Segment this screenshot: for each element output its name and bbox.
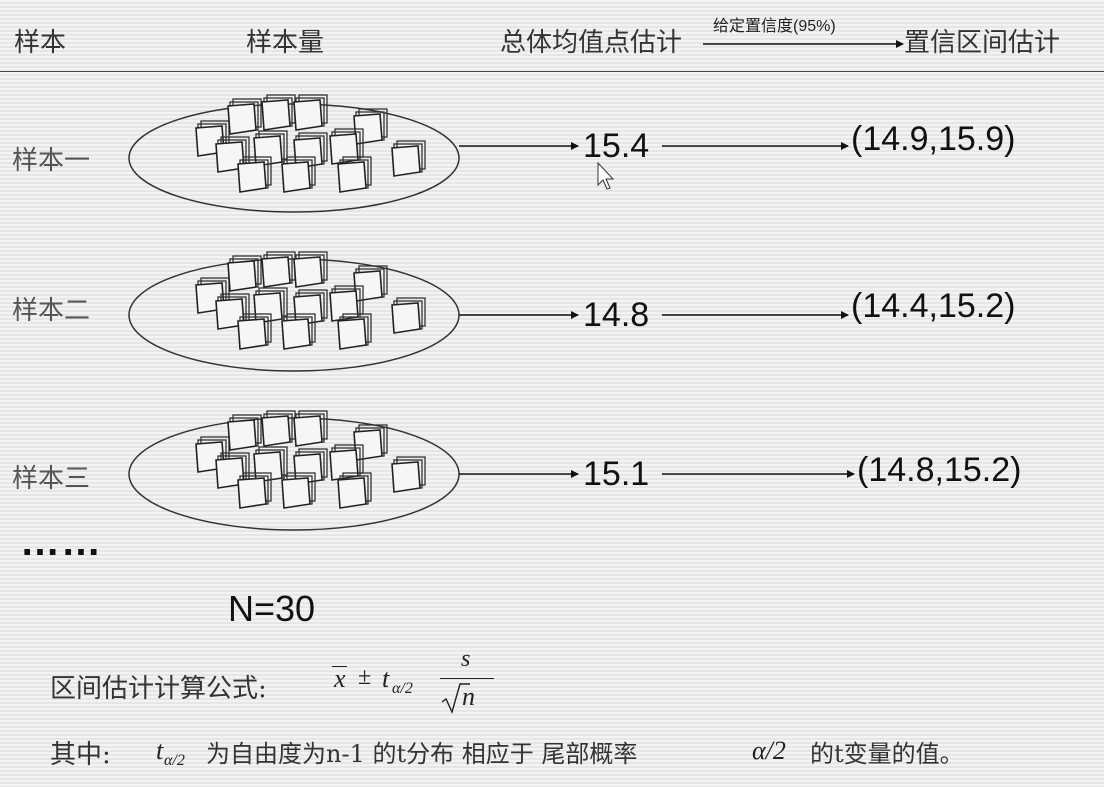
sample-ellipse-3: [128, 411, 460, 531]
note-alpha: α/2: [752, 736, 786, 765]
interval-value-3: (14.8,15.2): [857, 451, 1022, 489]
note-middle: 为自由度为n-1 的t分布 相应于 尾部概率: [206, 740, 638, 768]
sample-ellipse-2: [128, 252, 460, 372]
xbar-overline: [332, 666, 347, 667]
mouse-cursor-icon: [597, 161, 615, 190]
mean-value-1: 15.4: [583, 127, 650, 165]
row-label-3: 样本三: [12, 464, 91, 494]
formula-plus-minus: ±: [358, 664, 372, 690]
formula-label: 区间估计计算公式:: [50, 674, 267, 704]
interval-formula: x ± t α/2 s n: [330, 646, 510, 718]
formula-t-subscript: α/2: [392, 680, 413, 697]
formula-xbar: x: [334, 664, 346, 693]
note-t: t: [156, 736, 164, 765]
mean-value-2: 14.8: [583, 296, 650, 334]
formula-note: 其中: t α/2 为自由度为n-1 的t分布 相应于 尾部概率 α/2 的t变…: [50, 734, 1090, 774]
row-label-1: 样本一: [12, 146, 91, 176]
sample-ellipse-1: [128, 95, 460, 213]
mean-value-3: 15.1: [583, 455, 650, 493]
formula-t: t: [382, 664, 390, 693]
ellipsis: ……: [20, 520, 102, 564]
fraction-bar: [440, 678, 494, 679]
sample-size-n: N=30: [228, 588, 316, 629]
interval-value-1: (14.9,15.9): [851, 120, 1016, 158]
note-prefix: 其中:: [50, 740, 111, 770]
row-label-2: 样本二: [12, 296, 91, 326]
formula-s: s: [461, 646, 471, 672]
note-t-subscript: α/2: [164, 752, 185, 769]
interval-value-2: (14.4,15.2): [851, 287, 1016, 325]
note-suffix: 的t变量的值。: [810, 740, 964, 768]
formula-n: n: [462, 682, 475, 711]
